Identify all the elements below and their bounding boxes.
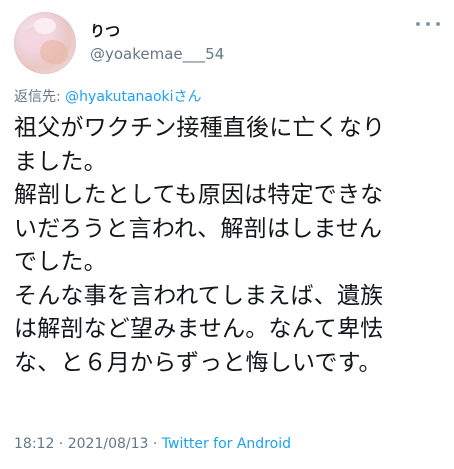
- reply-to-line: 返信先: @hyakutanaokiさん: [14, 86, 202, 106]
- meta-separator: ·: [148, 436, 162, 452]
- tweet-text-line: そんな事を言われてしまえば、遺族: [14, 282, 384, 309]
- display-name[interactable]: りつ: [90, 20, 120, 41]
- tweet-text-line: いだろうと言われ、解剖はしません: [14, 215, 383, 242]
- tweet-text-line: でした。: [14, 249, 107, 275]
- reply-prefix: 返信先:: [14, 89, 66, 105]
- tweet-text-line: 解剖したとしても原因は特定できな: [14, 182, 384, 208]
- more-horizontal-icon[interactable]: [416, 16, 440, 32]
- user-handle[interactable]: @yoakemae___54: [90, 45, 224, 63]
- tweet-meta: 18:12 · 2021/08/13 · Twitter for Android: [14, 436, 291, 452]
- tweet: りつ @yoakemae___54 返信先: @hyakutanaokiさん 祖…: [0, 0, 454, 469]
- tweet-source-link[interactable]: Twitter for Android: [162, 436, 291, 452]
- tweet-text-line: ました。: [14, 148, 107, 175]
- tweet-text-line: は解剖など望みません。なんて卑怯: [14, 316, 384, 342]
- reply-suffix: さん: [173, 89, 202, 105]
- avatar[interactable]: [14, 12, 76, 74]
- tweet-text-line: な、と６月からずっと悔しいです。: [14, 349, 382, 376]
- reply-mention-link[interactable]: @hyakutanaoki: [65, 89, 173, 105]
- tweet-time[interactable]: 18:12: [14, 436, 54, 452]
- meta-separator: ·: [54, 436, 68, 452]
- tweet-text-line: 祖父がワクチン接種直後に亡くなり: [14, 115, 386, 141]
- tweet-text: 祖父がワクチン接種直後に亡くなり ました。 解剖したとしても原因は特定できな い…: [14, 112, 444, 380]
- tweet-date[interactable]: 2021/08/13: [68, 436, 149, 452]
